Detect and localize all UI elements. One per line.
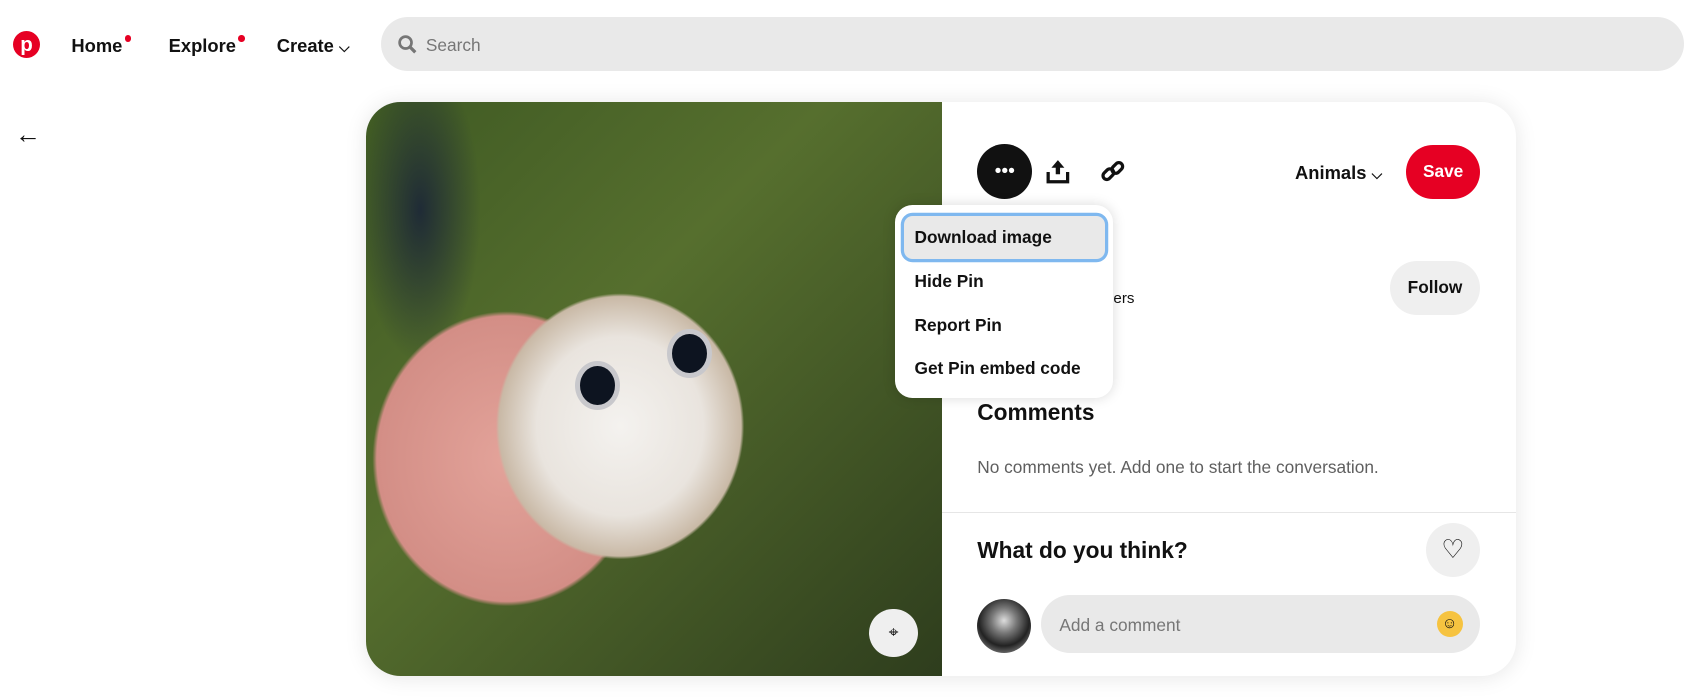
what-do-you-think-heading: What do you think? xyxy=(977,537,1188,564)
react-heart-button[interactable]: ♡ xyxy=(1425,523,1480,578)
share-icon[interactable] xyxy=(1046,158,1070,184)
save-button[interactable]: Save xyxy=(1406,144,1480,199)
chevron-down-icon: ⌵ xyxy=(339,38,350,55)
nav-home[interactable]: Home xyxy=(71,35,131,57)
back-arrow-icon[interactable]: ← xyxy=(15,121,41,150)
menu-item-hide-pin[interactable]: Hide Pin xyxy=(904,259,1105,302)
visual-search-icon[interactable]: ⌖ xyxy=(869,608,918,658)
notification-dot xyxy=(124,35,131,42)
menu-item-report-pin[interactable]: Report Pin xyxy=(904,304,1105,347)
comments-heading: Comments xyxy=(977,398,1095,425)
search-placeholder: Search xyxy=(425,34,481,55)
chevron-down-icon: ⌵ xyxy=(1371,166,1383,183)
board-selector[interactable]: Animals ⌵ xyxy=(1295,162,1382,184)
more-options-button[interactable]: ••• xyxy=(977,143,1033,199)
more-options-menu: Download image Hide Pin Report Pin Get P… xyxy=(895,205,1114,398)
notification-dot xyxy=(238,35,245,42)
link-icon[interactable] xyxy=(1100,159,1126,185)
nav-explore-label: Explore xyxy=(168,34,236,56)
comment-input[interactable]: Add a comment ☺ xyxy=(1041,594,1480,653)
user-avatar xyxy=(977,598,1032,653)
no-comments-text: No comments yet. Add one to start the co… xyxy=(977,457,1379,478)
search-icon xyxy=(398,34,417,54)
pin-image[interactable]: ⌖ xyxy=(366,101,942,676)
comment-placeholder: Add a comment xyxy=(1059,615,1181,636)
nav-explore[interactable]: Explore xyxy=(169,35,245,57)
owl-eye xyxy=(666,328,712,378)
owl-eye xyxy=(575,361,620,410)
follow-button[interactable]: Follow xyxy=(1390,260,1480,315)
heart-icon: ♡ xyxy=(1441,536,1465,565)
emoji-icon[interactable]: ☺ xyxy=(1436,610,1463,637)
menu-item-download-image[interactable]: Download image xyxy=(903,216,1105,260)
followers-count: ers xyxy=(1113,289,1135,307)
board-name: Animals xyxy=(1295,162,1367,184)
nav-create-label: Create xyxy=(276,34,334,56)
search-input[interactable]: Search xyxy=(380,17,1685,72)
pinterest-logo[interactable]: p xyxy=(12,31,40,59)
nav-create[interactable]: Create ⌵ xyxy=(277,35,350,57)
menu-item-embed-code[interactable]: Get Pin embed code xyxy=(904,347,1105,390)
divider xyxy=(941,512,1516,514)
nav-home-label: Home xyxy=(71,34,123,56)
